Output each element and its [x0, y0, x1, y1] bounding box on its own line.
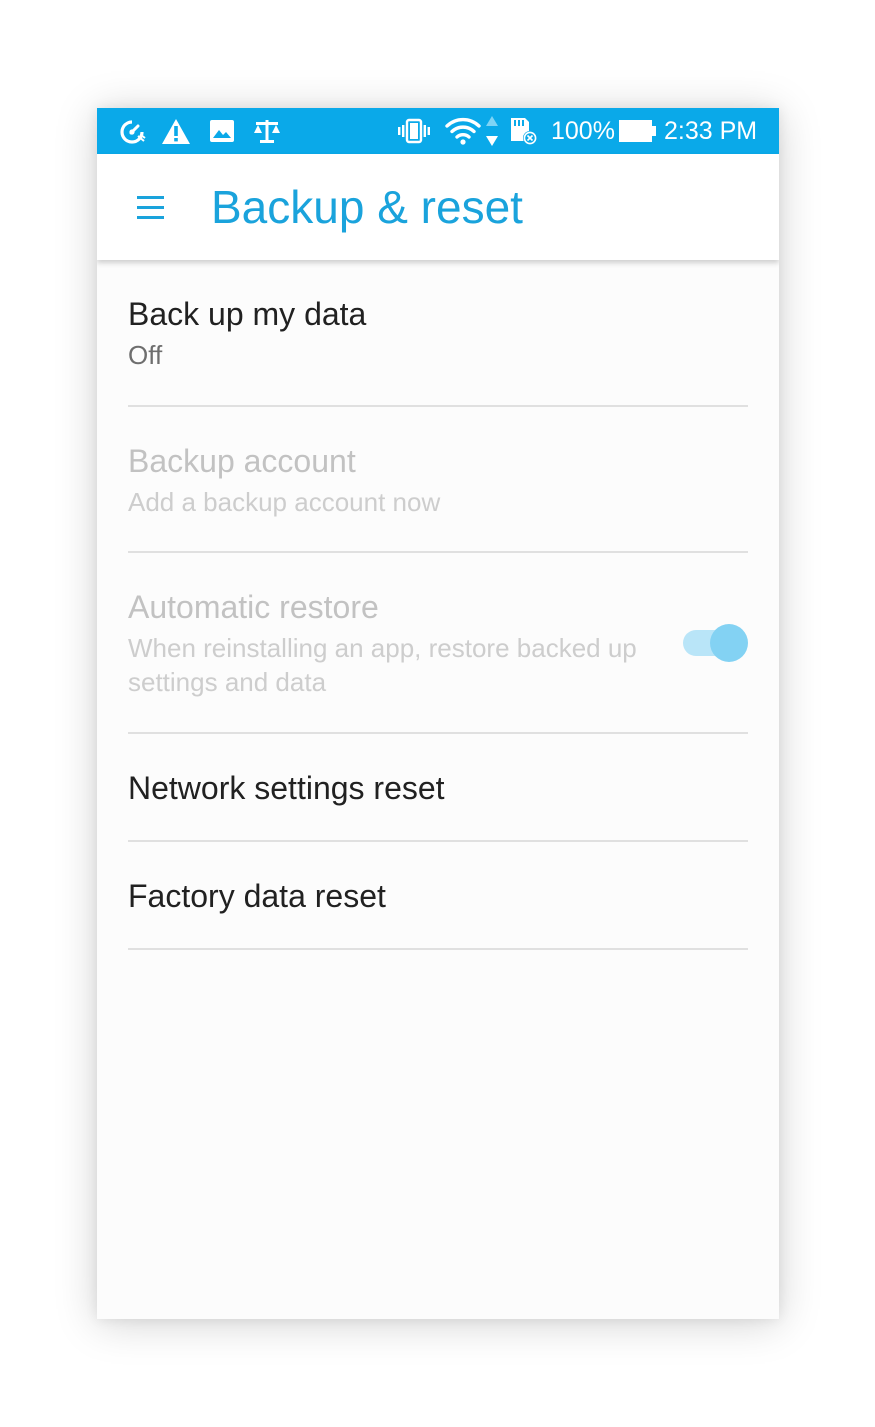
page-title: Backup & reset — [211, 181, 523, 233]
toggle-thumb — [710, 624, 748, 662]
hamburger-menu-icon[interactable] — [137, 196, 164, 220]
status-time: 2:33 PM — [664, 117, 758, 145]
setting-title: Automatic restore — [128, 589, 379, 625]
battery-percent: 100% — [551, 117, 615, 145]
setting-title: Network settings reset — [128, 770, 445, 806]
warning-icon — [161, 117, 191, 145]
setting-automatic-restore[interactable]: Automatic restore When reinstalling an a… — [128, 553, 748, 734]
image-icon — [208, 117, 236, 145]
app-bar: Backup & reset — [97, 154, 779, 260]
setting-title: Factory data reset — [128, 878, 386, 914]
scale-icon — [252, 117, 282, 145]
speedometer-icon — [117, 117, 147, 145]
sd-card-error-icon — [507, 117, 539, 145]
setting-title: Back up my data — [128, 296, 367, 332]
automatic-restore-toggle[interactable] — [682, 623, 748, 663]
setting-subtitle: Off — [128, 340, 163, 370]
setting-network-settings-reset[interactable]: Network settings reset — [128, 734, 748, 842]
setting-title: Backup account — [128, 443, 356, 479]
vibrate-icon — [397, 117, 431, 145]
setting-backup-account[interactable]: Backup account Add a backup account now — [128, 407, 748, 553]
status-bar: 100% 2:33 PM — [97, 108, 779, 154]
setting-factory-data-reset[interactable]: Factory data reset — [128, 842, 748, 950]
setting-subtitle: Add a backup account now — [128, 487, 441, 517]
setting-back-up-my-data[interactable]: Back up my data Off — [128, 260, 748, 407]
data-arrows-icon — [485, 114, 499, 148]
battery-icon — [618, 117, 658, 145]
settings-list: Back up my data Off Backup account Add a… — [97, 260, 779, 950]
setting-subtitle: When reinstalling an app, restore backed… — [128, 633, 637, 697]
phone-screen: 100% 2:33 PM Backup & reset Back up my d… — [97, 108, 779, 1319]
wifi-icon — [445, 117, 481, 145]
